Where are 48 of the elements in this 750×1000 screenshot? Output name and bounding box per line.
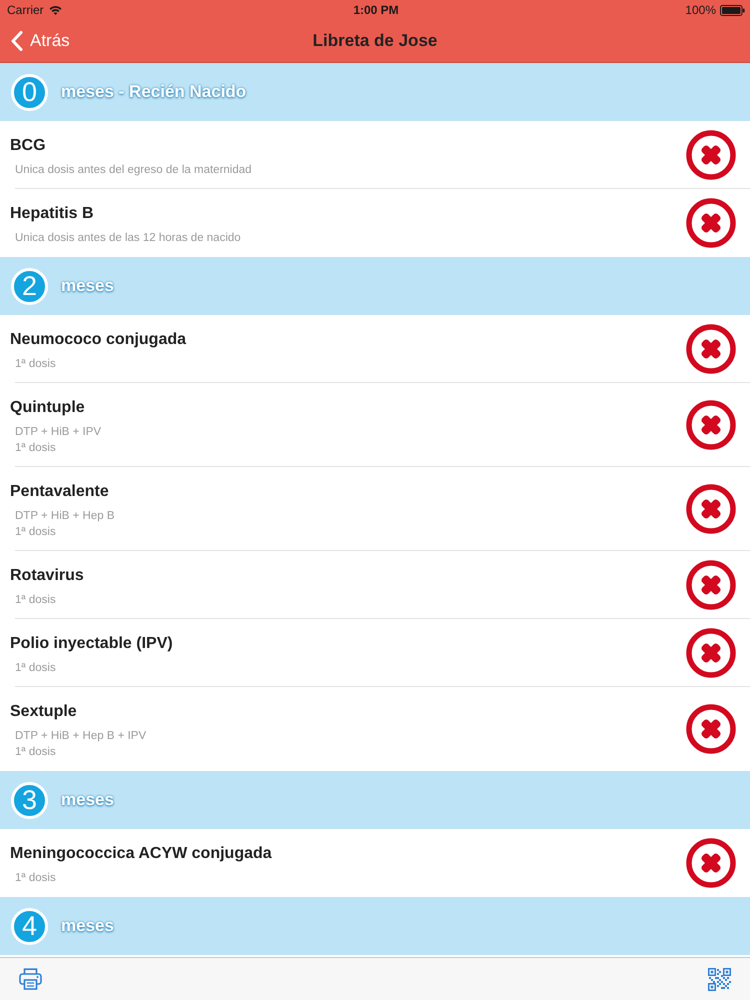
wifi-icon: [48, 5, 62, 15]
dose-detail: 1ª dosis: [15, 441, 57, 456]
dose-detail: DTP + HiB + IPV: [15, 425, 102, 440]
vaccine-name: Quintuple: [10, 398, 86, 418]
x-circle-icon[interactable]: [686, 130, 736, 180]
x-circle-icon[interactable]: [686, 400, 736, 450]
clock-time: 1:00 PM: [353, 3, 399, 17]
dose-detail: 1ª dosis: [15, 745, 57, 760]
month-badge: 0: [11, 74, 48, 110]
x-circle-icon[interactable]: [686, 838, 736, 888]
x-circle-icon[interactable]: [686, 324, 736, 374]
dose-detail: 1ª dosis: [15, 871, 57, 886]
printer-icon[interactable]: [19, 968, 42, 990]
x-circle-icon[interactable]: [686, 628, 736, 678]
vaccine-name: Hepatitis B: [10, 204, 95, 224]
dose-detail: Unica dosis antes de las 12 horas de nacido: [15, 231, 241, 246]
vaccine-name: Neumococo conjugada: [10, 330, 186, 350]
section-label: meses: [61, 790, 114, 810]
vaccine-name: Sextuple: [10, 702, 78, 722]
dose-detail: 1ª dosis: [15, 525, 57, 540]
section-label: meses - Recién Nacido: [61, 82, 246, 102]
x-circle-icon[interactable]: [686, 560, 736, 610]
dose-detail: 1ª dosis: [15, 593, 57, 608]
battery-icon: [720, 4, 745, 16]
dose-detail: Unica dosis antes del egreso de la maternidad: [15, 163, 252, 178]
back-button[interactable]: Atrás: [11, 29, 70, 53]
dose-detail: DTP + HiB + Hep B: [15, 509, 114, 524]
x-circle-icon[interactable]: [686, 484, 736, 534]
vaccine-name: Meningococcica ACYW conjugada: [10, 844, 272, 864]
month-badge: 2: [11, 268, 48, 304]
month-badge: 3: [11, 782, 48, 818]
vaccine-name: BCG: [10, 136, 47, 156]
dose-detail: DTP + HiB + Hep B + IPV: [15, 729, 146, 744]
dose-detail: 1ª dosis: [15, 357, 57, 372]
nav-title: Libreta de Jose: [312, 31, 438, 51]
vaccine-name: Polio inyectable (IPV): [10, 634, 173, 654]
chevron-left-icon: [11, 31, 23, 51]
battery-percent: 100%: [685, 3, 716, 17]
vaccine-name: Pentavalente: [10, 482, 110, 502]
x-circle-icon[interactable]: [686, 704, 736, 754]
dose-detail: 1ª dosis: [15, 661, 57, 676]
section-label: meses: [61, 276, 114, 296]
carrier-label: Carrier: [7, 3, 44, 17]
x-circle-icon[interactable]: [686, 198, 736, 248]
month-badge: 4: [11, 908, 48, 944]
vaccine-name: Rotavirus: [10, 566, 84, 586]
qr-code-icon[interactable]: [708, 968, 731, 990]
section-label: meses: [61, 916, 114, 936]
